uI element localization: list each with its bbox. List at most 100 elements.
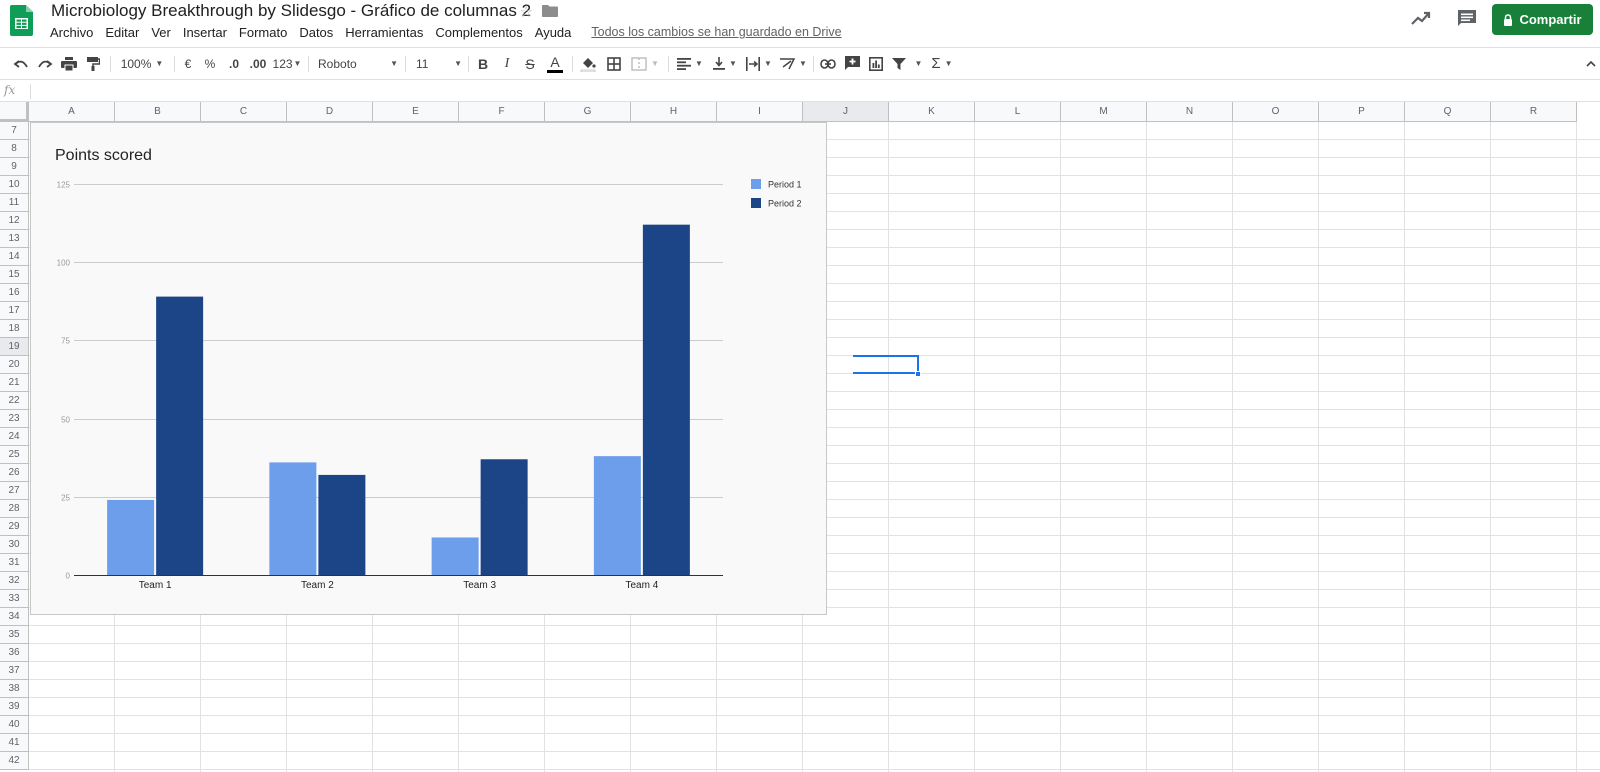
more-formats-button[interactable]: 123 ▼ <box>272 48 302 79</box>
bar-period-2-team-2[interactable] <box>318 474 366 575</box>
bar-period-1-team-1[interactable] <box>107 499 155 575</box>
column-header[interactable]: E <box>373 102 459 122</box>
comment-icon[interactable] <box>1457 9 1477 28</box>
column-header[interactable]: K <box>889 102 975 122</box>
undo-icon[interactable] <box>10 48 32 79</box>
menu-archivo[interactable]: Archivo <box>44 25 99 43</box>
insert-comment-icon[interactable] <box>842 48 862 79</box>
column-header[interactable]: D <box>287 102 373 122</box>
currency-button[interactable]: € <box>180 48 196 79</box>
column-chart[interactable]: 0 25 50 75 100 125 Team 1 Team 2 Team 3 Team 4 P… <box>30 122 827 615</box>
filter-icon[interactable]: ▼ <box>890 48 924 79</box>
row-header[interactable]: 40 <box>0 716 29 734</box>
print-icon[interactable] <box>58 48 80 79</box>
row-header[interactable]: 29 <box>0 518 29 536</box>
row-header[interactable]: 36 <box>0 644 29 662</box>
row-header[interactable]: 19 <box>0 338 29 356</box>
column-header[interactable]: C <box>201 102 287 122</box>
column-header[interactable]: H <box>631 102 717 122</box>
select-all-corner[interactable] <box>0 102 29 122</box>
row-header[interactable]: 26 <box>0 464 29 482</box>
menu-insertar[interactable]: Insertar <box>177 25 233 43</box>
column-header[interactable]: F <box>459 102 545 122</box>
vertical-align-icon[interactable]: ▼ <box>710 48 740 79</box>
text-rotation-icon[interactable]: ▼ <box>778 48 808 79</box>
collapse-toolbar-icon[interactable] <box>1584 48 1598 79</box>
bold-button[interactable]: B <box>474 48 492 79</box>
row-header[interactable]: 21 <box>0 374 29 392</box>
row-header[interactable]: 33 <box>0 590 29 608</box>
legend-swatch[interactable] <box>751 198 761 208</box>
horizontal-align-icon[interactable]: ▼ <box>675 48 705 79</box>
row-header[interactable]: 23 <box>0 410 29 428</box>
bar-period-2-team-4[interactable] <box>642 224 690 575</box>
fill-color-icon[interactable] <box>578 48 598 79</box>
column-header[interactable]: N <box>1147 102 1233 122</box>
row-header[interactable]: 24 <box>0 428 29 446</box>
column-header[interactable]: P <box>1319 102 1405 122</box>
font-size-select[interactable]: 11 ▼ <box>416 48 462 79</box>
menu-ayuda[interactable]: Ayuda <box>529 25 578 43</box>
text-color-button[interactable]: A <box>545 48 565 79</box>
menu-complementos[interactable]: Complementos <box>429 25 528 43</box>
row-header[interactable]: 7 <box>0 122 29 140</box>
merge-cells-icon[interactable]: ▼ <box>628 48 662 79</box>
column-header[interactable]: M <box>1061 102 1147 122</box>
row-header[interactable]: 14 <box>0 248 29 266</box>
menu-ver[interactable]: Ver <box>145 25 177 43</box>
row-header[interactable]: 35 <box>0 626 29 644</box>
functions-button[interactable]: Σ ▼ <box>928 48 956 79</box>
decrease-decimals-button[interactable]: .0 <box>224 48 244 79</box>
star-icon[interactable]: ☆ <box>519 2 533 22</box>
insert-link-icon[interactable] <box>818 48 838 79</box>
bar-period-1-team-2[interactable] <box>269 462 317 575</box>
percent-button[interactable]: % <box>202 48 218 79</box>
bar-period-1-team-3[interactable] <box>431 537 479 575</box>
row-header[interactable]: 17 <box>0 302 29 320</box>
row-header[interactable]: 22 <box>0 392 29 410</box>
selected-cell-j19[interactable] <box>853 355 919 374</box>
font-select[interactable]: Roboto ▼ <box>318 48 398 79</box>
menu-formato[interactable]: Formato <box>233 25 293 43</box>
strikethrough-button[interactable]: S <box>521 48 539 79</box>
paint-format-icon[interactable] <box>82 48 104 79</box>
column-header[interactable]: R <box>1491 102 1577 122</box>
row-header[interactable]: 20 <box>0 356 29 374</box>
menu-datos[interactable]: Datos <box>293 25 339 43</box>
row-header[interactable]: 25 <box>0 446 29 464</box>
row-header[interactable]: 15 <box>0 266 29 284</box>
row-header[interactable]: 31 <box>0 554 29 572</box>
bar-period-2-team-1[interactable] <box>156 296 204 575</box>
row-header[interactable]: 18 <box>0 320 29 338</box>
column-header[interactable]: Q <box>1405 102 1491 122</box>
row-header[interactable]: 12 <box>0 212 29 230</box>
legend-label[interactable]: Period 1 <box>768 180 802 190</box>
row-header[interactable]: 28 <box>0 500 29 518</box>
row-header[interactable]: 32 <box>0 572 29 590</box>
column-header[interactable]: G <box>545 102 631 122</box>
text-wrap-icon[interactable]: ▼ <box>744 48 774 79</box>
row-header[interactable]: 11 <box>0 194 29 212</box>
column-header[interactable]: A <box>29 102 115 122</box>
menu-herramientas[interactable]: Herramientas <box>339 25 429 43</box>
share-button[interactable]: Compartir <box>1492 4 1593 35</box>
row-header[interactable]: 10 <box>0 176 29 194</box>
fill-handle[interactable] <box>915 371 921 377</box>
row-header[interactable]: 27 <box>0 482 29 500</box>
menu-editar[interactable]: Editar <box>99 25 145 43</box>
zoom-select[interactable]: 100% ▼ <box>116 48 168 79</box>
row-header[interactable]: 39 <box>0 698 29 716</box>
legend-swatch[interactable] <box>751 179 761 189</box>
column-header[interactable]: I <box>717 102 803 122</box>
column-header[interactable]: J <box>803 102 889 122</box>
row-header[interactable]: 42 <box>0 752 29 770</box>
row-header[interactable]: 16 <box>0 284 29 302</box>
column-header[interactable]: O <box>1233 102 1319 122</box>
row-header[interactable]: 37 <box>0 662 29 680</box>
row-header[interactable]: 9 <box>0 158 29 176</box>
row-header[interactable]: 13 <box>0 230 29 248</box>
insert-chart-icon[interactable] <box>866 48 886 79</box>
row-header[interactable]: 41 <box>0 734 29 752</box>
legend-label[interactable]: Period 2 <box>768 199 802 209</box>
trend-icon[interactable] <box>1411 10 1431 26</box>
